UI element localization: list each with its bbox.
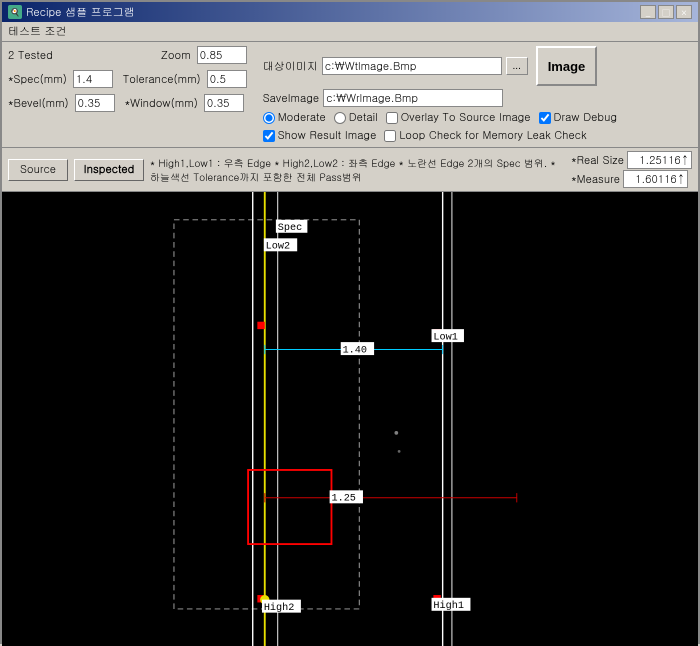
options-row2: Show Result Image Loop Check for Memory …	[263, 128, 617, 143]
svg-text:1.25: 1.25	[331, 494, 355, 505]
window-input[interactable]	[204, 94, 244, 112]
svg-text:High1: High1	[433, 600, 464, 612]
target-label: 대상이미지	[263, 59, 318, 74]
overlay-label: Overlay To Source Image	[401, 110, 531, 125]
loop-check-checkbox[interactable]	[384, 130, 396, 142]
menu-item-test[interactable]: 테스트 조건	[8, 24, 67, 39]
title-bar-buttons: _ □ ×	[640, 5, 692, 19]
moderate-option[interactable]: Moderate	[263, 110, 326, 125]
svg-text:Spec: Spec	[278, 223, 302, 234]
measure-label: *Measure	[571, 172, 620, 187]
title-bar-left: 🍳 Recipe 샘플 프로그램	[8, 5, 135, 20]
maximize-button[interactable]: □	[658, 5, 674, 19]
detail-radio[interactable]	[334, 112, 346, 124]
tolerance-input[interactable]	[207, 70, 247, 88]
real-size-value[interactable]	[627, 151, 692, 169]
action-bar: Source Inspected * High1,Low1 : 우측 Edge …	[2, 148, 698, 192]
draw-debug-checkbox[interactable]	[539, 112, 551, 124]
loop-check-label: Loop Check for Memory Leak Check	[399, 128, 586, 143]
menu-bar: 테스트 조건	[2, 22, 698, 42]
zoom-input[interactable]	[197, 46, 247, 64]
main-window: 🍳 Recipe 샘플 프로그램 _ □ × 테스트 조건 2 Tested Z…	[0, 0, 700, 644]
options-row1: Moderate Detail Overlay To Source Image …	[263, 110, 617, 125]
spec-row: *Spec(mm) Tolerance(mm)	[8, 70, 247, 88]
spec-input[interactable]	[73, 70, 113, 88]
bevel-input[interactable]	[75, 94, 115, 112]
target-input[interactable]	[322, 57, 502, 75]
tested-label: 2 Tested	[8, 48, 53, 63]
real-size-row: *Real Size	[571, 151, 692, 169]
save-label: SaveImage	[263, 91, 319, 106]
draw-debug-label: Draw Debug	[554, 110, 617, 125]
save-row: SaveImage	[263, 89, 617, 107]
show-result-option[interactable]: Show Result Image	[263, 128, 377, 143]
tolerance-label: Tolerance(mm)	[123, 72, 201, 87]
file-panel: 대상이미지 ... Image SaveImage Moderate	[263, 46, 617, 143]
source-button[interactable]: Source	[8, 159, 68, 181]
real-size-label: *Real Size	[571, 153, 624, 168]
draw-debug-option[interactable]: Draw Debug	[539, 110, 617, 125]
loop-check-option[interactable]: Loop Check for Memory Leak Check	[384, 128, 586, 143]
browse-button[interactable]: ...	[506, 57, 528, 75]
show-result-label: Show Result Image	[278, 128, 377, 143]
app-icon: 🍳	[8, 5, 22, 19]
save-input[interactable]	[323, 89, 503, 107]
title-bar: 🍳 Recipe 샘플 프로그램 _ □ ×	[2, 2, 698, 22]
target-row: 대상이미지 ... Image	[263, 46, 617, 86]
show-result-checkbox[interactable]	[263, 130, 275, 142]
measure-value[interactable]	[623, 170, 688, 188]
detail-option[interactable]: Detail	[334, 110, 378, 125]
bevel-row: *Bevel(mm) *Window(mm)	[8, 94, 247, 112]
svg-text:Low2: Low2	[266, 242, 290, 253]
svg-text:Low1: Low1	[433, 332, 457, 343]
moderate-radio[interactable]	[263, 112, 275, 124]
inspected-button[interactable]: Inspected	[74, 159, 144, 181]
canvas-area: Spec Low2 Low1 1.40 1.25 High2 High1	[2, 192, 698, 646]
measurements-panel: *Real Size *Measure	[571, 151, 692, 188]
main-content: 테스트 조건 2 Tested Zoom *Spec(mm) Tolerance…	[2, 22, 698, 646]
moderate-label: Moderate	[278, 110, 326, 125]
hint-text: * High1,Low1 : 우측 Edge * High2,Low2 : 좌측…	[150, 156, 561, 184]
overlay-checkbox[interactable]	[386, 112, 398, 124]
left-controls: 2 Tested Zoom *Spec(mm) Tolerance(mm) *B…	[8, 46, 247, 115]
window-label: *Window(mm)	[125, 96, 198, 111]
detail-label: Detail	[349, 110, 378, 125]
title-text: Recipe 샘플 프로그램	[26, 5, 135, 20]
tested-row: 2 Tested Zoom	[8, 46, 247, 64]
overlay-option[interactable]: Overlay To Source Image	[386, 110, 531, 125]
spec-label: *Spec(mm)	[8, 72, 67, 87]
svg-text:High2: High2	[264, 602, 295, 614]
minimize-button[interactable]: _	[640, 5, 656, 19]
bevel-label: *Bevel(mm)	[8, 96, 69, 111]
close-button[interactable]: ×	[676, 5, 692, 19]
zoom-label: Zoom	[161, 48, 191, 63]
top-controls: 2 Tested Zoom *Spec(mm) Tolerance(mm) *B…	[2, 42, 698, 148]
svg-text:1.40: 1.40	[343, 345, 367, 356]
image-button[interactable]: Image	[536, 46, 598, 86]
measure-row: *Measure	[571, 170, 692, 188]
visualization-svg: Spec Low2 Low1 1.40 1.25 High2 High1	[2, 192, 698, 646]
